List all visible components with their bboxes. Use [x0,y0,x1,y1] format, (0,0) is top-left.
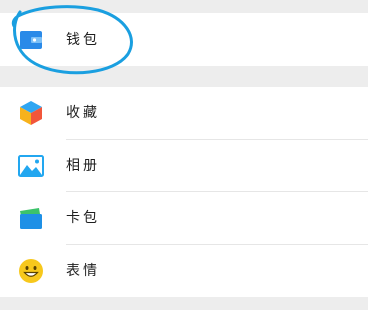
menu-item-card-pack[interactable]: 卡包 [0,192,368,245]
menu-item-label: 卡包 [66,210,100,227]
menu-item-label: 表情 [66,262,100,279]
card-pack-icon [20,208,42,230]
menu-item-label: 相册 [66,157,100,174]
menu-item-wallet[interactable]: 钱包 [0,13,368,66]
menu-item-label: 收藏 [66,105,100,122]
menu-item-emoji[interactable]: 表情 [0,245,368,298]
menu-item-favorites[interactable]: 收藏 [0,87,368,140]
favorites-cube-icon [20,101,42,126]
me-page: 钱包 收藏 相册 卡包 表情 [0,0,368,310]
menu-item-label: 钱包 [66,31,100,48]
menu-item-album[interactable]: 相册 [0,140,368,192]
wallet-section: 钱包 [0,13,368,66]
menu-list: 收藏 相册 卡包 表情 [0,87,368,297]
photo-album-icon [18,154,44,177]
wallet-icon [20,30,42,49]
emoji-smile-icon [19,258,43,283]
